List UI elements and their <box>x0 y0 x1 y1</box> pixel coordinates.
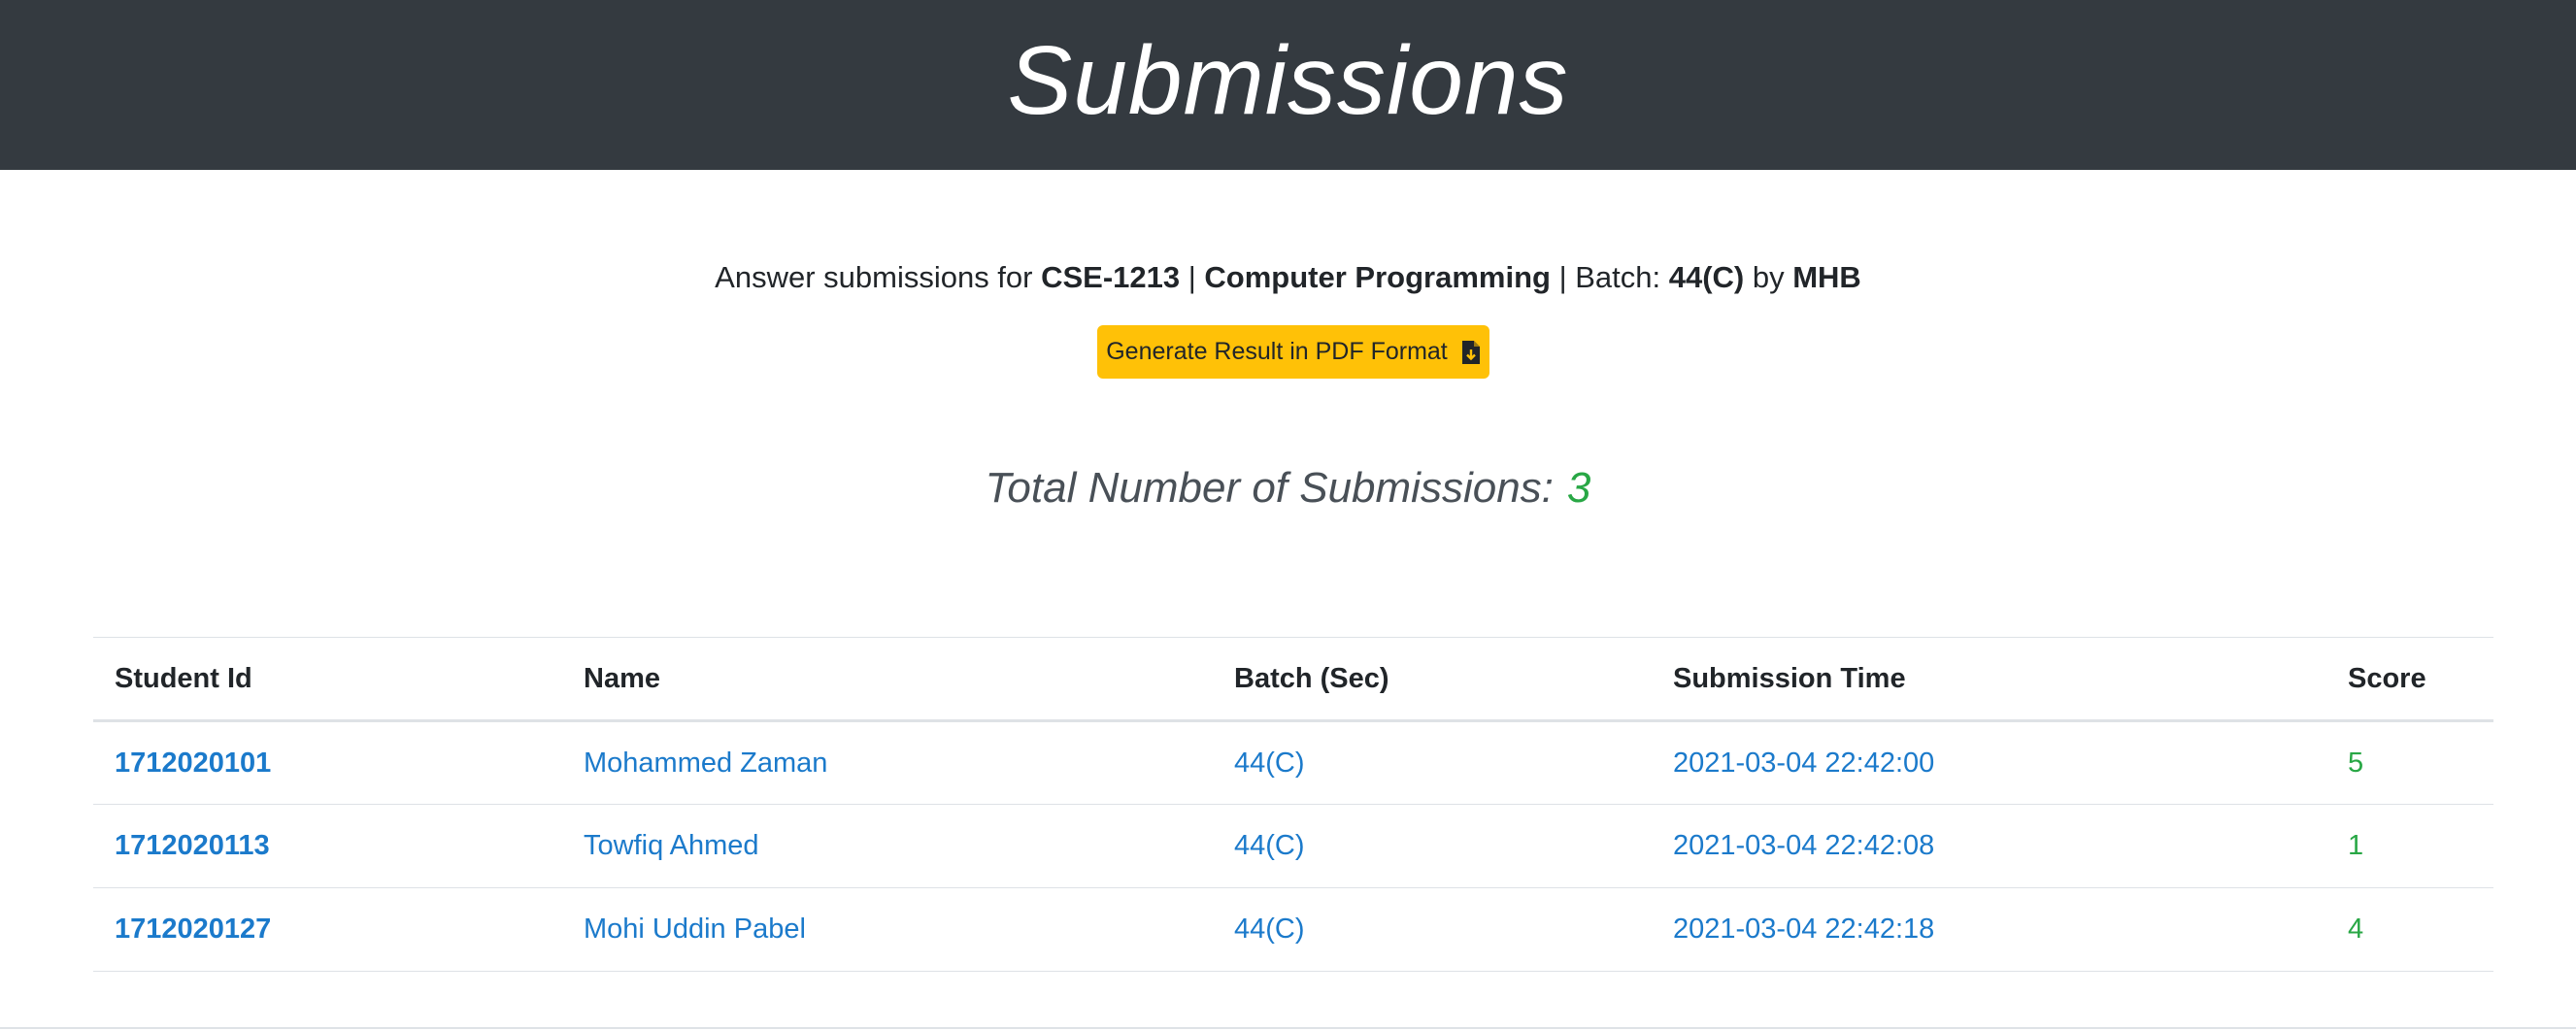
footer-divider <box>0 1027 2576 1029</box>
student-name-link[interactable]: Towfiq Ahmed <box>562 805 1213 888</box>
course-code: CSE-1213 <box>1041 260 1181 294</box>
table-row[interactable]: 1712020127 Mohi Uddin Pabel 44(C) 2021-0… <box>93 888 2493 972</box>
teacher-name: MHB <box>1792 260 1861 294</box>
student-name-link[interactable]: Mohi Uddin Pabel <box>562 888 1213 972</box>
table-header-row: Student Id Name Batch (Sec) Submission T… <box>93 637 2493 721</box>
batch-link[interactable]: 44(C) <box>1213 721 1652 805</box>
batch-link[interactable]: 44(C) <box>1213 805 1652 888</box>
score-value: 5 <box>2348 747 2364 779</box>
page-header: Submissions <box>0 0 2576 170</box>
total-submissions: Total Number of Submissions: 3 <box>0 456 2576 520</box>
course-name: Computer Programming <box>1204 260 1551 294</box>
student-id-link[interactable]: 1712020127 <box>93 888 562 972</box>
file-download-icon <box>1461 340 1481 365</box>
generate-pdf-label: Generate Result in PDF Format <box>1106 338 1448 365</box>
student-name-link[interactable]: Mohammed Zaman <box>562 721 1213 805</box>
score-value: 1 <box>2348 830 2364 861</box>
total-submissions-label: Total Number of Submissions: <box>985 464 1554 512</box>
submission-time-link[interactable]: 2021-03-04 22:42:00 <box>1652 721 2326 805</box>
submissions-table: Student Id Name Batch (Sec) Submission T… <box>93 637 2493 972</box>
generate-pdf-button[interactable]: Generate Result in PDF Format <box>1097 325 1489 379</box>
submission-time-link[interactable]: 2021-03-04 22:42:18 <box>1652 888 2326 972</box>
student-id-link[interactable]: 1712020101 <box>93 721 562 805</box>
table-row[interactable]: 1712020101 Mohammed Zaman 44(C) 2021-03-… <box>93 721 2493 805</box>
course-info-prefix: Answer submissions for <box>715 260 1042 294</box>
by-text: by <box>1744 260 1793 294</box>
column-header-score: Score <box>2348 662 2426 694</box>
batch-link[interactable]: 44(C) <box>1213 888 1652 972</box>
course-info: Answer submissions for CSE-1213 | Comput… <box>0 254 2576 301</box>
course-info-separator: | <box>1180 260 1205 294</box>
batch-value: 44(C) <box>1668 260 1745 294</box>
batch-prefix: | Batch: <box>1550 260 1669 294</box>
score-value: 4 <box>2348 914 2364 945</box>
column-header-name: Name <box>584 662 660 694</box>
column-header-student-id: Student Id <box>115 662 252 694</box>
student-id-link[interactable]: 1712020113 <box>93 805 562 888</box>
column-header-submission-time: Submission Time <box>1673 662 1906 694</box>
page-title: Submissions <box>1007 26 1569 135</box>
total-submissions-count: 3 <box>1566 464 1591 512</box>
table-row[interactable]: 1712020113 Towfiq Ahmed 44(C) 2021-03-04… <box>93 805 2493 888</box>
column-header-batch: Batch (Sec) <box>1234 662 1389 694</box>
submission-time-link[interactable]: 2021-03-04 22:42:08 <box>1652 805 2326 888</box>
